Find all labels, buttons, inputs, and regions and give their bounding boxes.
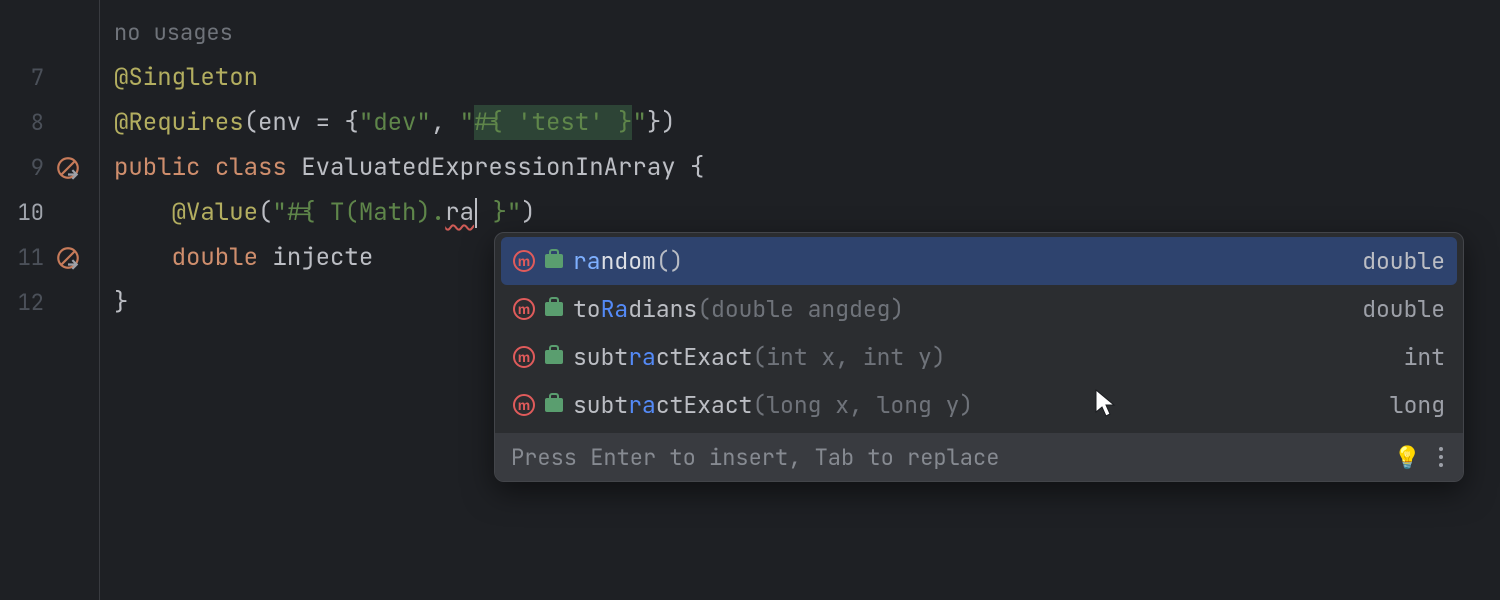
code-line[interactable]: no usages [100, 10, 1500, 55]
completion-item[interactable]: m random() double [501, 237, 1457, 285]
completion-popup[interactable]: m random() double m toRadians(double ang… [494, 232, 1464, 482]
bulb-icon[interactable]: 💡 [1394, 443, 1421, 472]
gutter-row: 9 [0, 145, 99, 190]
gutter-row: 8 [0, 100, 99, 145]
visibility-icon [545, 398, 563, 412]
gutter-row [0, 10, 99, 55]
visibility-icon [545, 350, 563, 364]
completion-hint: Press Enter to insert, Tab to replace [511, 443, 999, 472]
gutter-row: 12 [0, 280, 99, 325]
visibility-icon [545, 302, 563, 316]
code-line[interactable]: @Value("#{ T(Math).ra }") [100, 190, 1500, 235]
completion-item[interactable]: m toRadians(double angdeg) double [495, 285, 1463, 333]
method-icon: m [513, 250, 535, 272]
usages-hint: no usages [114, 18, 233, 47]
code-line[interactable]: @Requires(env = {"dev", "#{ 'test' }"}) [100, 100, 1500, 145]
no-entry-icon [50, 155, 86, 181]
gutter: 7 8 9 10 11 12 [0, 0, 100, 600]
no-entry-icon [50, 245, 86, 271]
completion-footer: Press Enter to insert, Tab to replace 💡 [495, 433, 1463, 481]
code-line[interactable]: public class EvaluatedExpressionInArray … [100, 145, 1500, 190]
text-caret [475, 198, 477, 228]
code-editor[interactable]: 7 8 9 10 11 12 no usages @Singleton [0, 0, 1500, 600]
visibility-icon [545, 254, 563, 268]
gutter-row: 10 [0, 190, 99, 235]
method-icon: m [513, 394, 535, 416]
code-line[interactable]: @Singleton [100, 55, 1500, 100]
completion-item[interactable]: m subtractExact(long x, long y) long [495, 381, 1463, 429]
method-icon: m [513, 346, 535, 368]
method-icon: m [513, 298, 535, 320]
gutter-row: 7 [0, 55, 99, 100]
more-icon[interactable] [1435, 443, 1447, 471]
gutter-row: 11 [0, 235, 99, 280]
completion-item[interactable]: m subtractExact(int x, int y) int [495, 333, 1463, 381]
code-area[interactable]: no usages @Singleton @Requires(env = {"d… [100, 0, 1500, 600]
